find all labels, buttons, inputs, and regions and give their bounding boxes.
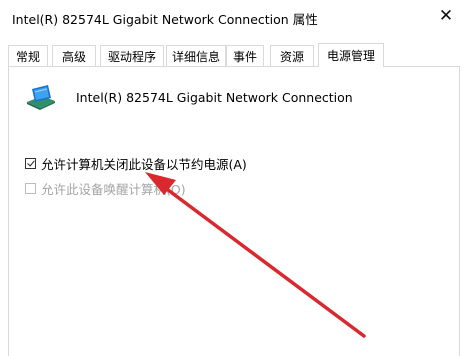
- tab-general[interactable]: 常规: [8, 45, 48, 66]
- allow-wake-option: 允许此设备唤醒计算机(O): [25, 179, 186, 198]
- allow-power-off-label: 允许计算机关闭此设备以节约电源(A): [41, 157, 247, 172]
- allow-wake-label: 允许此设备唤醒计算机(O): [41, 182, 186, 197]
- close-icon: ✕: [438, 6, 454, 26]
- window-title: Intel(R) 82574L Gigabit Network Connecti…: [12, 12, 318, 27]
- allow-power-off-checkbox[interactable]: [25, 158, 36, 169]
- tab-panel: [8, 66, 460, 356]
- allow-power-off-option[interactable]: 允许计算机关闭此设备以节约电源(A): [25, 154, 247, 173]
- tab-strip: 常规 高级 驱动程序 详细信息 事件 资源 电源管理: [0, 43, 468, 67]
- tab-power-management[interactable]: 电源管理: [318, 43, 384, 67]
- tab-advanced[interactable]: 高级: [52, 45, 96, 66]
- network-adapter-icon: [27, 85, 55, 110]
- allow-wake-checkbox: [25, 183, 36, 194]
- tab-resources[interactable]: 资源: [270, 45, 314, 66]
- tab-driver[interactable]: 驱动程序: [100, 45, 164, 66]
- tab-events[interactable]: 事件: [226, 45, 264, 66]
- device-name: Intel(R) 82574L Gigabit Network Connecti…: [76, 90, 353, 105]
- tab-details[interactable]: 详细信息: [166, 45, 226, 66]
- title-bar: Intel(R) 82574L Gigabit Network Connecti…: [0, 0, 468, 34]
- close-button[interactable]: ✕: [430, 2, 462, 30]
